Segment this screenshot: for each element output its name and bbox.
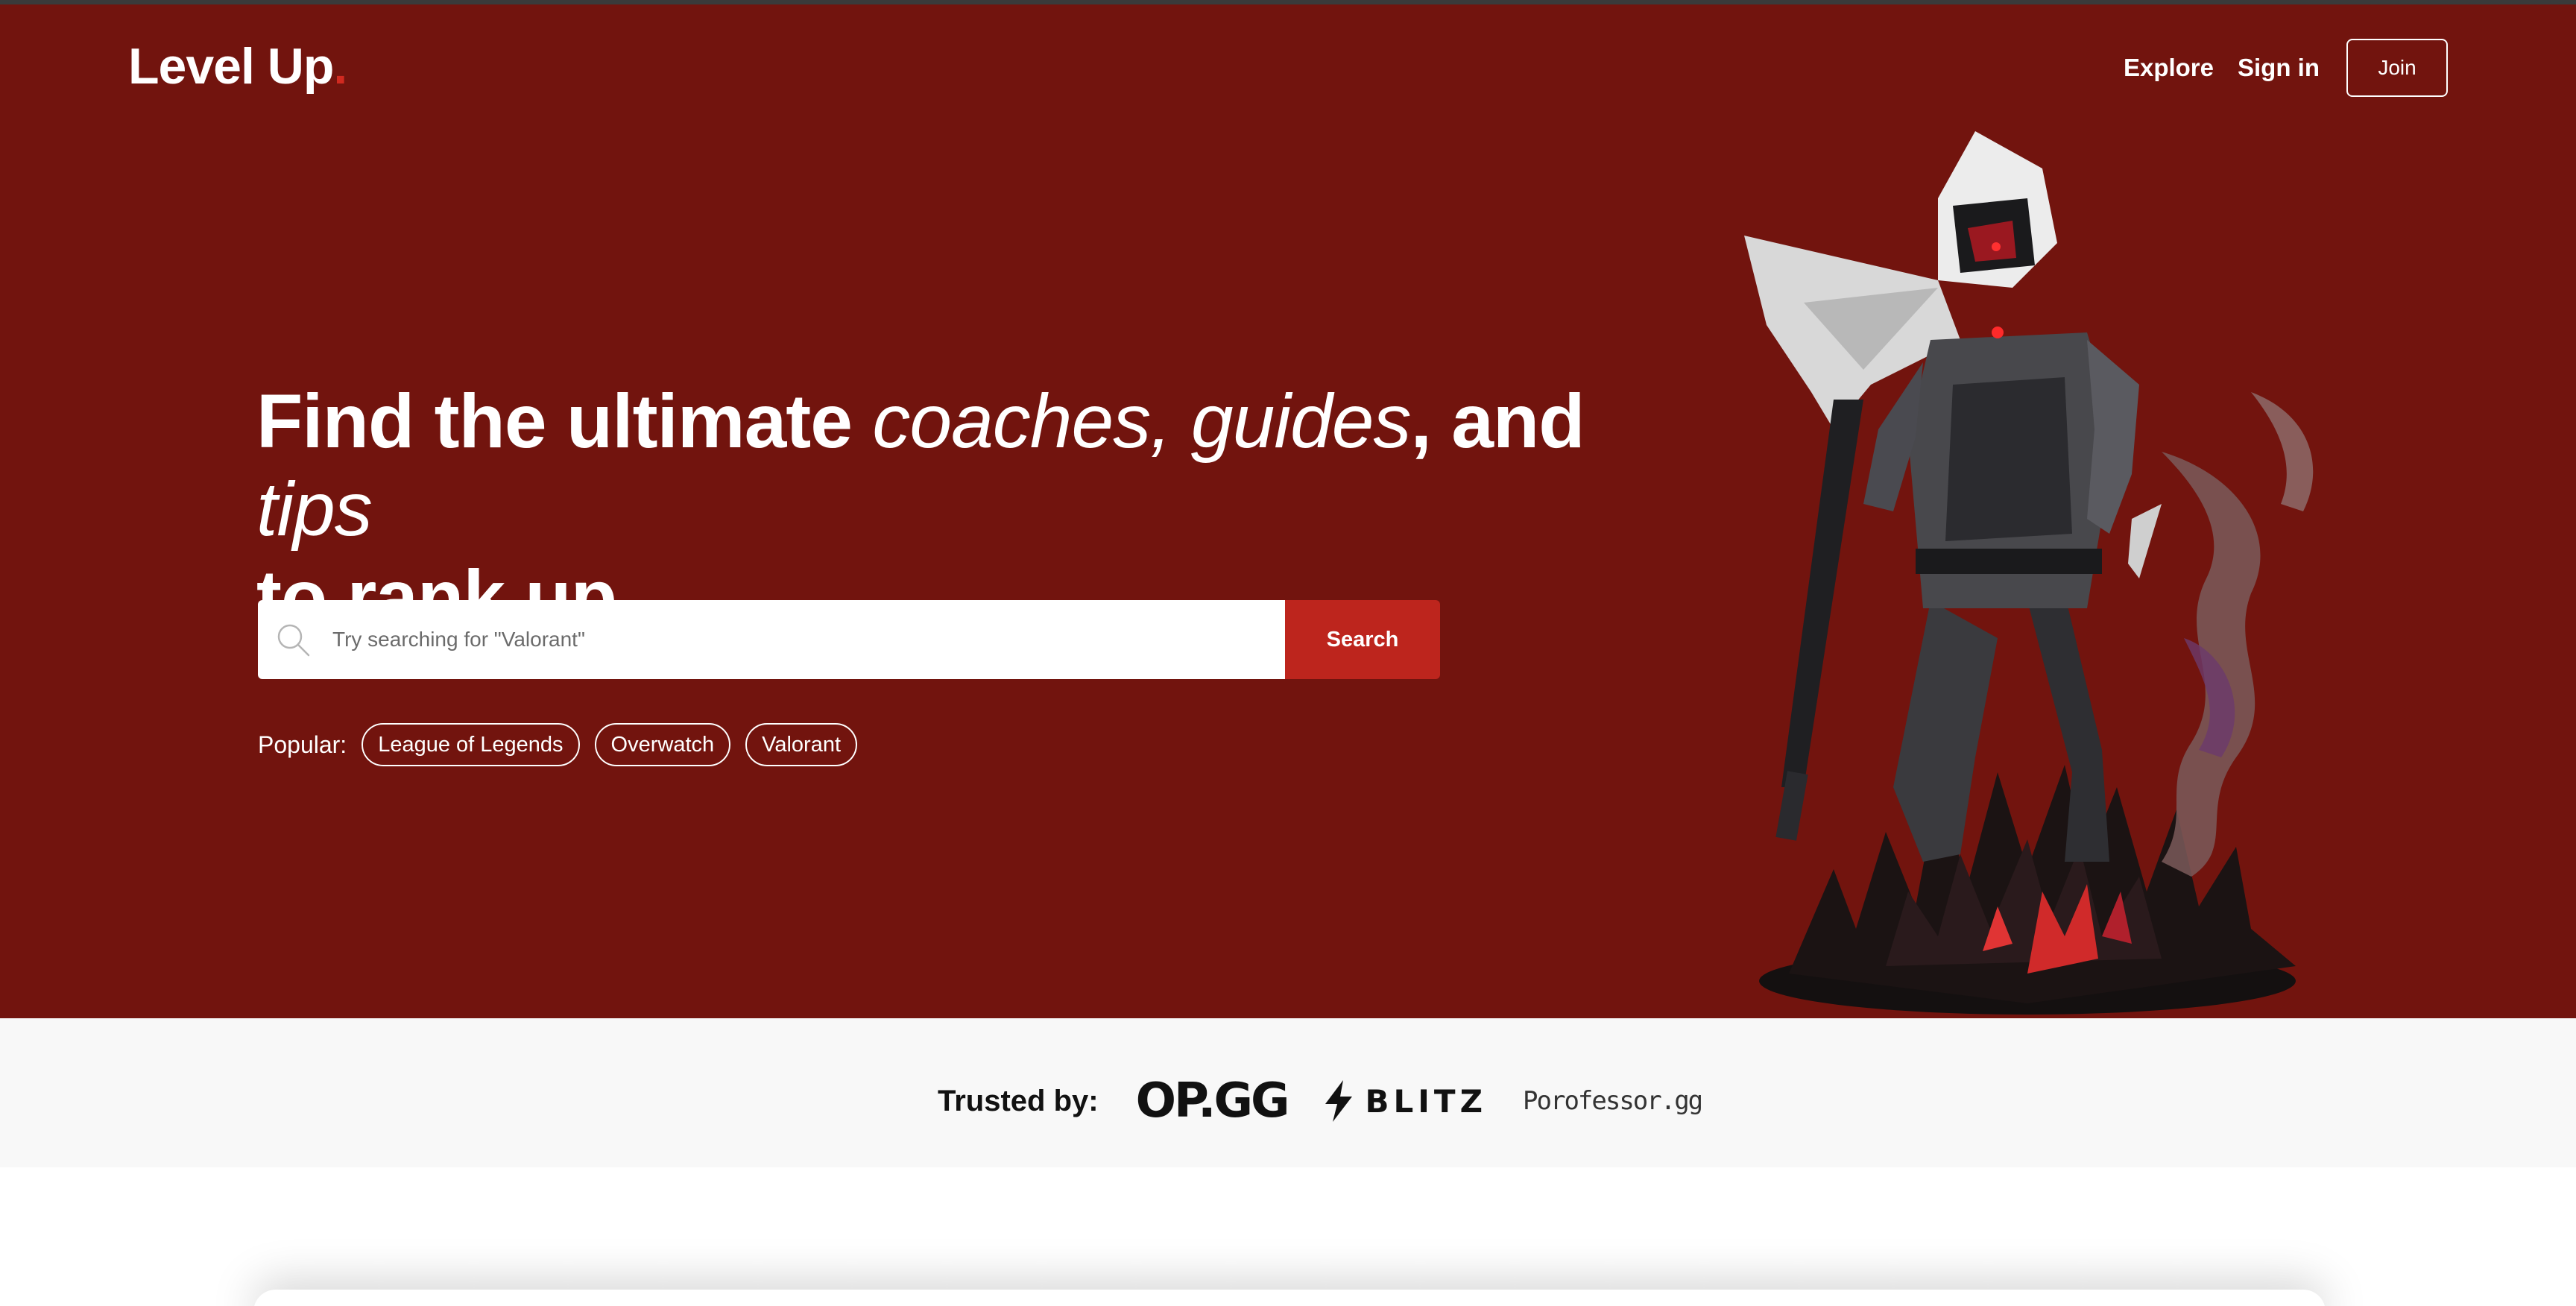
trusted-by-row: Trusted by: OP.GG BLITZ Porofessor.gg xyxy=(938,1073,1703,1129)
trusted-by-section: Trusted by: OP.GG BLITZ Porofessor.gg xyxy=(0,1018,2576,1167)
content-card-top-edge xyxy=(253,1290,2326,1306)
nav-explore-link[interactable]: Explore xyxy=(2124,54,2214,82)
headline-part-1: Find the ultimate xyxy=(256,379,873,464)
join-button[interactable]: Join xyxy=(2346,39,2448,97)
opgg-logo: OP.GG xyxy=(1135,1073,1290,1129)
headline-part-3: , and xyxy=(1410,379,1585,464)
headline-part-4: tips xyxy=(256,467,373,552)
popular-tag-league-of-legends[interactable]: League of Legends xyxy=(362,723,580,766)
blitz-logo-text: BLITZ xyxy=(1365,1082,1488,1120)
popular-tags: Popular: League of Legends Overwatch Val… xyxy=(258,723,858,766)
search-field xyxy=(258,600,1285,679)
hooded-ninja-character-illustration xyxy=(1744,131,2314,1015)
popular-tag-valorant[interactable]: Valorant xyxy=(745,723,858,766)
blitz-logo: BLITZ xyxy=(1322,1080,1488,1122)
headline-part-2: coaches, guides xyxy=(872,379,1411,464)
search-input[interactable] xyxy=(258,600,1285,679)
lightning-bolt-icon xyxy=(1325,1080,1352,1122)
brand-name: Level Up xyxy=(128,38,334,95)
search-icon xyxy=(277,624,310,657)
porofessor-logo: Porofessor.gg xyxy=(1523,1086,1703,1116)
brand-logo[interactable]: Level Up. xyxy=(128,37,347,95)
top-nav: Explore Sign in Join xyxy=(2124,39,2448,97)
search-bar: Search xyxy=(258,600,1440,679)
popular-tag-overwatch[interactable]: Overwatch xyxy=(594,723,731,766)
brand-dot: . xyxy=(333,38,347,95)
hero-section: Level Up. Explore Sign in Join Find the … xyxy=(0,4,2576,1018)
nav-sign-in-link[interactable]: Sign in xyxy=(2238,54,2320,82)
search-button[interactable]: Search xyxy=(1285,600,1440,679)
trusted-by-label: Trusted by: xyxy=(938,1084,1099,1117)
popular-label: Popular: xyxy=(258,731,347,758)
